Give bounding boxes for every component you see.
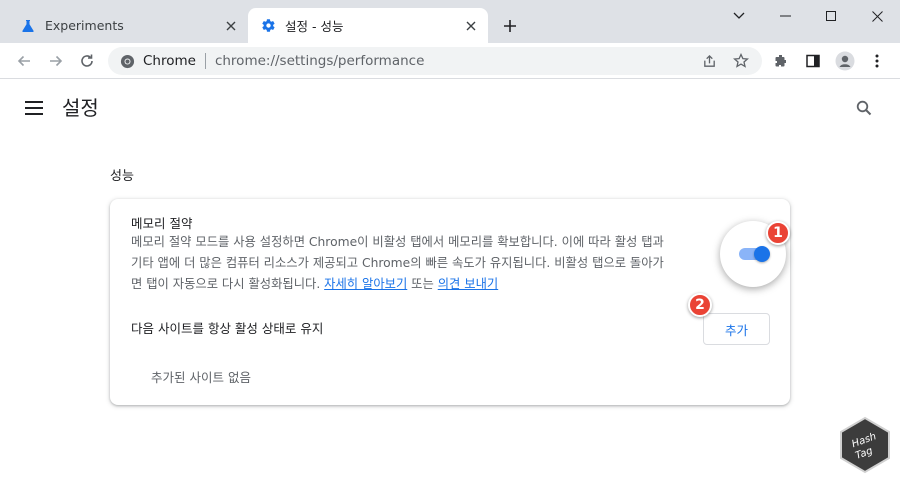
description-line: 기타 앱에 더 많은 컴퓨터 리소스가 제공되고 Chrome의 빠른 속도가 …	[131, 256, 664, 270]
section-title: 성능	[110, 169, 134, 184]
memory-saver-toggle[interactable]	[739, 246, 770, 262]
add-site-button[interactable]: 추가	[703, 313, 770, 345]
back-button[interactable]	[10, 47, 38, 75]
share-icon[interactable]	[698, 50, 720, 72]
tab-title: Experiments	[45, 18, 124, 33]
url-text: chrome://settings/performance	[214, 53, 425, 69]
or-text: 또는	[407, 277, 438, 291]
side-panel-icon[interactable]	[799, 47, 827, 75]
url-divider	[204, 53, 206, 69]
flask-icon	[20, 18, 36, 34]
new-tab-button[interactable]	[498, 14, 522, 38]
learn-more-link[interactable]: 자세히 알아보기	[324, 277, 407, 291]
url-scheme-label: Chrome	[143, 53, 196, 69]
send-feedback-link[interactable]: 의견 보내기	[438, 277, 498, 291]
browser-toolbar: Chrome chrome://settings/performance	[0, 43, 900, 79]
description-line: 면 탭이 자동으로 다시 활성화됩니다. 자세히 알아보기 또는 의견 보내기	[131, 274, 719, 295]
page-title: 설정	[62, 96, 99, 120]
no-sites-text: 추가된 사이트 없음	[151, 370, 251, 385]
extensions-icon[interactable]	[767, 47, 795, 75]
profile-avatar[interactable]	[831, 47, 859, 75]
annotation-badge-2: 2	[688, 293, 712, 317]
close-window-button[interactable]	[854, 0, 900, 32]
tab-settings-performance[interactable]: 설정 - 성능	[248, 8, 488, 43]
tab-experiments[interactable]: Experiments	[8, 8, 248, 43]
tab-search-button[interactable]	[716, 0, 762, 32]
bookmark-star-icon[interactable]	[730, 50, 752, 72]
toggle-knob	[754, 246, 770, 262]
memory-saver-title: 메모리 절약	[131, 216, 193, 231]
chrome-icon	[119, 53, 135, 69]
tab-title: 설정 - 성능	[285, 19, 344, 34]
close-icon[interactable]	[462, 17, 480, 35]
description-text: 면 탭이 자동으로 다시 활성화됩니다.	[131, 277, 325, 291]
search-icon[interactable]	[852, 96, 876, 120]
more-menu-icon[interactable]	[863, 47, 891, 75]
reload-button[interactable]	[73, 47, 101, 75]
hamburger-menu-icon[interactable]	[22, 96, 46, 120]
annotation-badge-1: 1	[766, 221, 790, 245]
description-line: 메모리 절약 모드를 사용 설정하면 Chrome이 비활성 탭에서 메모리를 …	[131, 235, 664, 249]
address-bar[interactable]: Chrome chrome://settings/performance	[108, 47, 762, 75]
memory-saver-description: 메모리 절약 모드를 사용 설정하면 Chrome이 비활성 탭에서 메모리를 …	[131, 232, 719, 295]
tab-strip: Experiments 설정 - 성능	[0, 0, 900, 43]
gear-icon	[260, 18, 276, 34]
close-icon[interactable]	[222, 17, 240, 35]
minimize-button[interactable]	[762, 0, 808, 32]
maximize-button[interactable]	[808, 0, 854, 32]
hashtag-watermark-logo: Hash Tag	[840, 416, 890, 474]
forward-button[interactable]	[42, 47, 70, 75]
keep-sites-active-label: 다음 사이트를 항상 활성 상태로 유지	[131, 321, 324, 336]
